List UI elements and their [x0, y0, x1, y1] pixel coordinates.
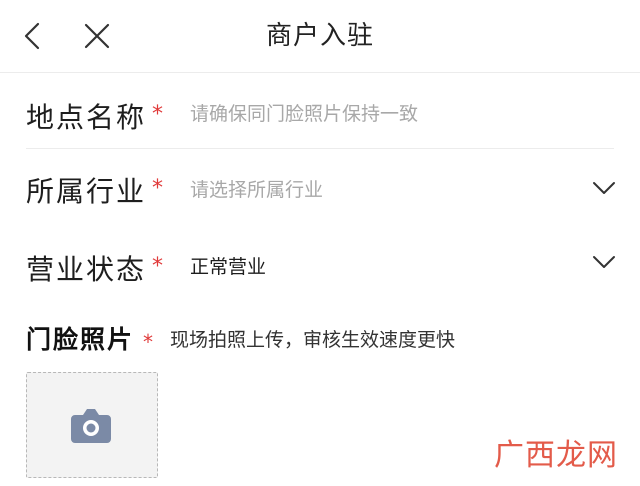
business-status-label: 营业状态	[26, 253, 147, 286]
business-status-row[interactable]: 营业状态 * 正常营业	[0, 244, 640, 300]
location-name-label-group: 地点名称 *	[26, 96, 165, 136]
watermark: 广西龙网	[494, 438, 618, 473]
chevron-down-icon[interactable]	[592, 254, 616, 270]
header-bar: 商户入驻	[0, 0, 640, 73]
required-mark: *	[152, 254, 166, 279]
industry-row[interactable]: 所属行业 * 请选择所属行业	[0, 166, 640, 222]
business-status-label-group: 营业状态 *	[26, 248, 165, 288]
page-title: 商户入驻	[265, 21, 374, 51]
chevron-down-icon[interactable]	[592, 180, 616, 196]
industry-label-group: 所属行业 *	[26, 170, 165, 210]
photo-hint-text: 现场拍照上传，审核生效速度更快	[170, 329, 456, 351]
storefront-photo-title: 门脸照片	[26, 325, 135, 354]
required-mark: *	[152, 176, 166, 201]
location-name-row: 地点名称 *	[0, 92, 640, 148]
divider	[26, 148, 614, 149]
required-mark: *	[152, 102, 166, 127]
industry-label: 所属行业	[26, 175, 147, 208]
business-status-select[interactable]: 正常营业	[190, 252, 570, 279]
camera-icon	[71, 409, 111, 443]
merchant-onboarding-screen: 商户入驻 地点名称* 所属行业* 请选择所属行业 营业状态* 正常营业 门脸照片…	[0, 0, 640, 486]
location-name-label: 地点名称	[26, 101, 147, 134]
required-mark: *	[143, 330, 153, 354]
photo-upload-button[interactable]	[26, 372, 158, 478]
industry-select[interactable]: 请选择所属行业	[190, 175, 570, 202]
location-name-input[interactable]	[190, 100, 570, 128]
